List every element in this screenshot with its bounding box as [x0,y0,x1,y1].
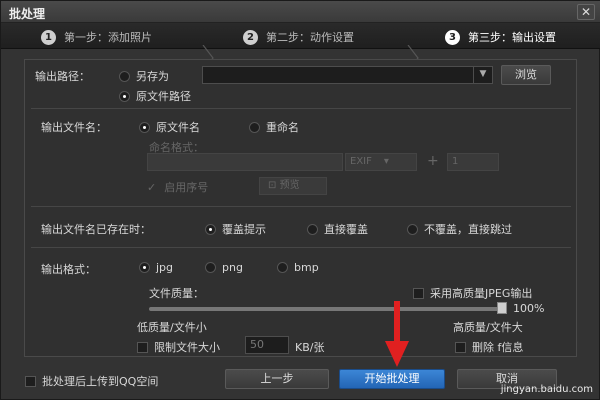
radio-skip[interactable]: 不覆盖，直接跳过 [407,221,512,237]
quality-value: 100% [513,302,545,315]
exists-label: 输出文件名已存在时： [41,223,151,236]
chevron-down-icon: ▼ [479,69,487,79]
checkbox-icon [455,341,466,353]
red-arrow-annotation [385,301,409,367]
prev-step-button[interactable]: 上一步 [225,369,329,389]
radio-icon [205,223,216,235]
path-dropdown-button[interactable]: ▼ [473,66,493,84]
radio-icon [307,223,318,235]
step-label: 第三步：输出设置 [468,31,556,44]
radio-icon [407,223,418,235]
step-2[interactable]: 2 第二步：动作设置 [243,28,354,46]
low-quality-label: 低质量/文件小 [137,321,207,334]
exif-select[interactable]: EXIF ▾ [345,153,417,171]
start-batch-button[interactable]: 开始批处理 [339,369,445,389]
batch-dialog: 批处理 ✕ 1 第一步：添加照片 2 第二步：动作设置 3 第三步：输出设置 输… [0,0,600,400]
sequence-start-input[interactable]: 1 [447,153,499,171]
step-label: 第一步：添加照片 [64,31,152,44]
step-number: 3 [445,29,460,45]
radio-overwrite-direct[interactable]: 直接覆盖 [307,221,368,237]
radio-icon [119,90,130,102]
limit-size-checkbox[interactable]: 限制文件大小 [137,339,220,355]
hq-jpeg-checkbox[interactable]: 采用高质量JPEG输出 [413,285,532,301]
radio-rename[interactable]: 重命名 [249,119,299,135]
divider [31,247,571,248]
checkmark-icon: ✓ [147,180,157,194]
divider [31,206,571,207]
radio-overwrite-prompt[interactable]: 覆盖提示 [205,221,266,237]
radio-png[interactable]: png [205,261,243,274]
dialog-title: 批处理 [9,7,46,21]
step-1[interactable]: 1 第一步：添加照片 [41,28,152,46]
radio-bmp[interactable]: bmp [277,261,319,274]
preview-icon: ⊡ [268,180,277,191]
checkbox-icon [25,375,36,387]
radio-save-as[interactable]: 另存为 [119,68,169,84]
divider [31,108,571,109]
format-label: 输出格式： [41,263,96,276]
enable-sequence-checkbox[interactable]: ✓ 启用序号 [147,179,208,195]
radio-original-name[interactable]: 原文件名 [139,119,200,135]
settings-panel [24,59,577,357]
step-3[interactable]: 3 第三步：输出设置 [445,28,556,46]
checkbox-icon [137,341,148,353]
output-name-label: 输出文件名： [41,121,107,134]
quality-slider-thumb[interactable] [497,302,507,314]
radio-icon [277,262,288,273]
quality-slider-track[interactable] [149,307,505,311]
size-unit: KB/张 [295,341,325,354]
output-path-input[interactable] [202,66,474,84]
preview-button[interactable]: ⊡ 预览 [259,177,327,195]
step-number: 1 [41,29,56,45]
output-path-label: 输出路径： [35,70,90,83]
radio-icon [119,70,130,82]
title-bar: 批处理 ✕ [1,1,600,23]
checkbox-icon [413,287,424,299]
chevron-down-icon: ▾ [383,156,389,167]
radio-jpg[interactable]: jpg [139,261,173,274]
plus-sign: + [427,153,439,169]
size-limit-input[interactable]: 50 [245,336,289,354]
close-icon: ✕ [580,5,592,19]
naming-format-input[interactable] [147,153,343,171]
close-button[interactable]: ✕ [577,4,595,20]
step-label: 第二步：动作设置 [266,31,354,44]
radio-original-path[interactable]: 原文件路径 [119,88,191,104]
high-quality-label: 高质量/文件大 [453,321,523,334]
radio-icon [139,121,150,133]
radio-icon [139,262,150,273]
step-bar: 1 第一步：添加照片 2 第二步：动作设置 3 第三步：输出设置 [1,23,600,71]
browse-button[interactable]: 浏览 [501,65,551,85]
watermark: jingyan.baidu.com [500,384,593,395]
delete-info-checkbox[interactable]: 删除 f信息 [455,339,523,355]
radio-icon [205,262,216,273]
upload-qq-checkbox[interactable]: 批处理后上传到QQ空间 [25,373,158,389]
quality-label: 文件质量： [149,287,204,300]
step-number: 2 [243,29,258,45]
radio-icon [249,121,260,133]
